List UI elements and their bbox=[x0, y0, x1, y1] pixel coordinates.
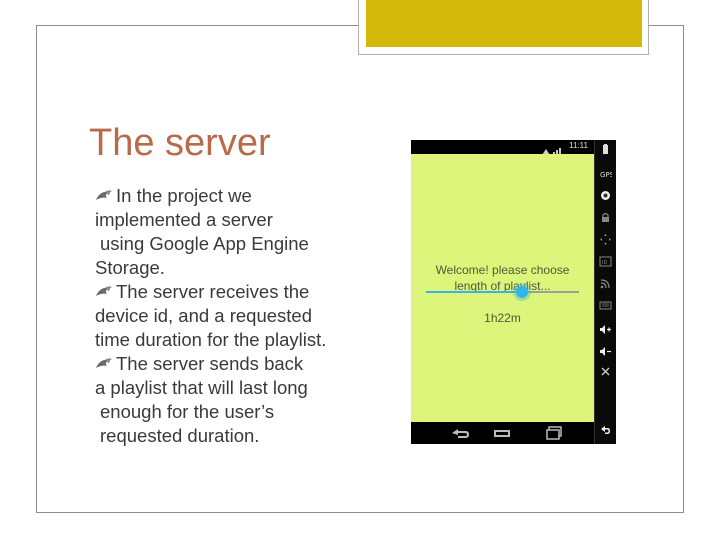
bullet-item: The server sends back a playlist that wi… bbox=[95, 352, 357, 448]
duration-readout: 1h22m bbox=[484, 311, 521, 325]
bullet-item: In the project we implemented a server u… bbox=[95, 184, 357, 280]
slider-thumb[interactable] bbox=[516, 286, 529, 298]
keyboard-icon[interactable] bbox=[599, 300, 612, 311]
bullet-line: time duration for the playlist. bbox=[95, 329, 327, 350]
gps-icon[interactable]: GPS bbox=[599, 168, 612, 179]
camera-icon[interactable] bbox=[599, 190, 612, 201]
bullet-line: device id, and a requested bbox=[95, 305, 313, 326]
signal-icon bbox=[542, 143, 564, 155]
bullet-line: enough for the user’s bbox=[100, 401, 275, 422]
duration-slider[interactable] bbox=[426, 286, 579, 298]
svg-text:ID: ID bbox=[602, 260, 607, 266]
app-screen: Welcome! please choose length of playlis… bbox=[411, 154, 594, 422]
back-arrow-icon[interactable] bbox=[599, 424, 612, 435]
bullet-line: Storage. bbox=[95, 257, 165, 278]
rss-icon[interactable] bbox=[599, 278, 612, 289]
back-icon[interactable] bbox=[449, 426, 471, 440]
svg-text:GPS: GPS bbox=[600, 171, 612, 179]
bullet-line: a playlist that will last long bbox=[95, 377, 308, 398]
fleuron-bullet-icon bbox=[95, 285, 113, 299]
emulator-toolbar: GPS ID bbox=[594, 140, 616, 444]
rotate-icon[interactable] bbox=[599, 366, 612, 377]
fleuron-bullet-icon bbox=[95, 189, 113, 203]
nav-bar bbox=[411, 422, 594, 444]
volume-up-icon[interactable] bbox=[599, 324, 612, 335]
bullet-line: implemented a server bbox=[95, 209, 273, 230]
status-bar: 11:11 bbox=[411, 140, 594, 155]
battery-icon[interactable] bbox=[599, 144, 612, 155]
bullet-line: The server sends back bbox=[95, 352, 357, 376]
home-icon[interactable] bbox=[491, 426, 513, 440]
phone-screenshot: 11:11 Welcome! please choose length of p… bbox=[411, 140, 616, 444]
recent-apps-icon[interactable] bbox=[544, 426, 566, 440]
bullet-line: using Google App Engine bbox=[100, 233, 309, 254]
slider-fill bbox=[426, 291, 523, 293]
fleuron-bullet-icon bbox=[95, 357, 113, 371]
status-time: 11:11 bbox=[569, 141, 588, 150]
dpad-icon[interactable] bbox=[599, 234, 612, 245]
slide-title: The server bbox=[89, 122, 271, 164]
bullet-line: The server receives the bbox=[95, 280, 357, 304]
lock-icon[interactable] bbox=[599, 212, 612, 223]
bullet-list: In the project we implemented a server u… bbox=[95, 184, 357, 448]
bullet-line: In the project we bbox=[95, 184, 357, 208]
bullet-line: requested duration. bbox=[100, 425, 260, 446]
accent-tab bbox=[366, 0, 642, 47]
id-icon[interactable]: ID bbox=[599, 256, 612, 267]
bullet-item: The server receives the device id, and a… bbox=[95, 280, 357, 352]
volume-down-icon[interactable] bbox=[599, 346, 612, 357]
